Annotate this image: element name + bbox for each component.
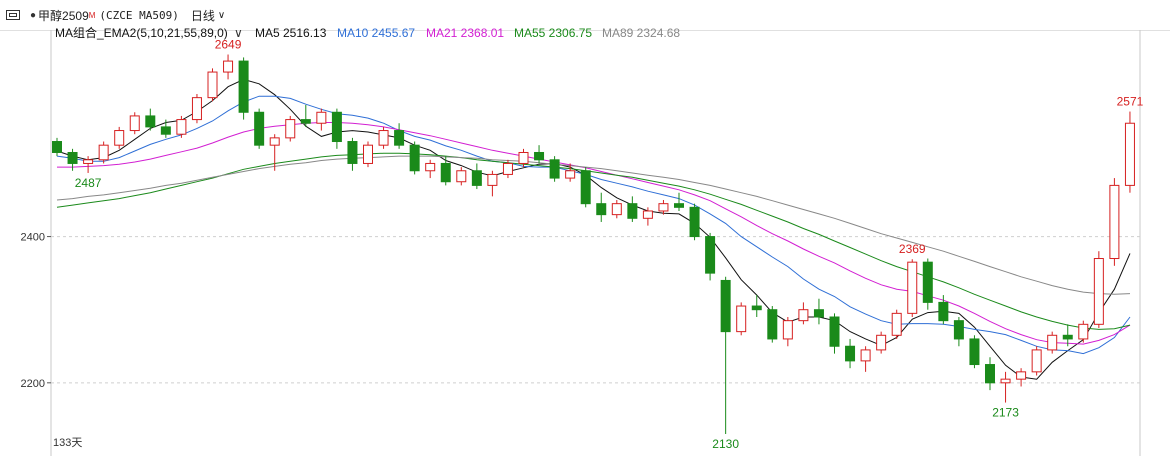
candle-body (129, 115, 140, 132)
candle-body (751, 305, 762, 311)
candle-body (347, 141, 358, 164)
candle-body (782, 320, 793, 340)
candle-body (627, 203, 638, 219)
candle-body (191, 97, 202, 121)
candle-body (238, 60, 249, 113)
candle-body (674, 203, 684, 208)
ma-line-ma55 (56, 152, 1131, 330)
candle-body (580, 170, 591, 205)
candle-body (1093, 258, 1104, 325)
candle-body (471, 170, 482, 186)
candle-body (114, 130, 125, 146)
legend-item-2: MA21 2368.01 (426, 26, 504, 40)
candle-body (611, 203, 622, 216)
candle-body (534, 151, 545, 161)
candle-body (1124, 122, 1135, 186)
candle-body (565, 170, 576, 179)
candle-body (1016, 371, 1027, 380)
candle-body (876, 334, 887, 351)
candle-body (922, 261, 933, 303)
candle-body (160, 126, 171, 135)
candle-body (829, 316, 840, 347)
candle-body (705, 236, 716, 274)
candle-body (487, 173, 498, 186)
candlestick-chart[interactable]: 22002400 264924872130236921732571 MA组合_E… (0, 0, 1170, 456)
candle-body (813, 309, 824, 318)
grid-lines: 2200 2400 (21, 232, 1140, 390)
candle-body (953, 320, 964, 340)
price-label-2173: 2173 (992, 406, 1019, 420)
candle-body (767, 309, 778, 340)
candle-body (502, 162, 513, 175)
ma-line-ma10 (56, 95, 1131, 355)
candle-body (285, 119, 296, 139)
candle-body (440, 162, 451, 183)
candle-body (596, 203, 607, 216)
legend-item-1: MA10 2455.67 (337, 26, 415, 40)
candle-body (331, 111, 342, 143)
candle-body (456, 170, 467, 183)
candle-body (969, 338, 980, 366)
candle-body (176, 119, 187, 135)
candle-body (409, 144, 420, 172)
candle-body (316, 111, 327, 124)
candle-body (425, 162, 436, 172)
candle-body (300, 119, 311, 124)
legend-chevron-icon[interactable]: ∨ (234, 26, 243, 40)
candle-body (907, 261, 918, 314)
candle-body (269, 137, 280, 146)
ma-line-ma21 (57, 122, 1131, 345)
y-tick-label-2400: 2400 (21, 232, 45, 244)
ma-line-ma5 (56, 78, 1131, 380)
candle-body (394, 130, 405, 146)
candle-body (1000, 378, 1011, 384)
candle-body (98, 144, 109, 161)
legend-item-0: MA5 2516.13 (255, 26, 327, 40)
candle-body (985, 364, 995, 384)
candle-body (223, 60, 234, 73)
candle-body (363, 144, 373, 164)
candle-body (1078, 323, 1089, 340)
price-label-2130: 2130 (712, 437, 739, 451)
ma-legend: MA组合_EMA2(5,10,21,55,89,0) ∨ MA5 2516.13… (55, 25, 680, 40)
candle-body (736, 305, 747, 333)
legend-item-3: MA55 2306.75 (514, 26, 592, 40)
candle-body (1047, 334, 1058, 351)
candle-body (67, 151, 78, 164)
y-tick-label-2200: 2200 (21, 378, 45, 390)
candle-body (207, 71, 218, 99)
candle-body (549, 159, 560, 179)
candle-body (720, 279, 731, 333)
legend-group-label[interactable]: MA组合_EMA2(5,10,21,55,89,0) (55, 25, 228, 40)
candle-body (52, 141, 62, 153)
candle-body (254, 111, 265, 146)
price-label-2571: 2571 (1117, 95, 1144, 109)
candle-body (1109, 184, 1120, 260)
candle-body (145, 115, 156, 128)
candle-body (518, 151, 529, 164)
candle-body (891, 312, 902, 336)
days-label: 133天 (53, 437, 82, 449)
legend-item-4: MA89 2324.68 (602, 26, 680, 40)
candles (52, 54, 1135, 434)
candle-body (798, 309, 809, 322)
candle-body (845, 345, 856, 362)
price-label-2487: 2487 (75, 176, 102, 190)
candle-body (689, 206, 700, 238)
moving-average-lines (56, 78, 1131, 380)
candle-body (1062, 334, 1073, 340)
candle-body (938, 301, 949, 322)
candle-body (83, 159, 94, 164)
candle-body (1031, 349, 1042, 373)
candle-body (658, 203, 669, 212)
price-annotations: 264924872130236921732571 (75, 38, 1144, 451)
price-label-2369: 2369 (899, 242, 926, 256)
candle-body (378, 130, 389, 146)
candle-body (642, 210, 653, 219)
candle-body (860, 349, 871, 362)
